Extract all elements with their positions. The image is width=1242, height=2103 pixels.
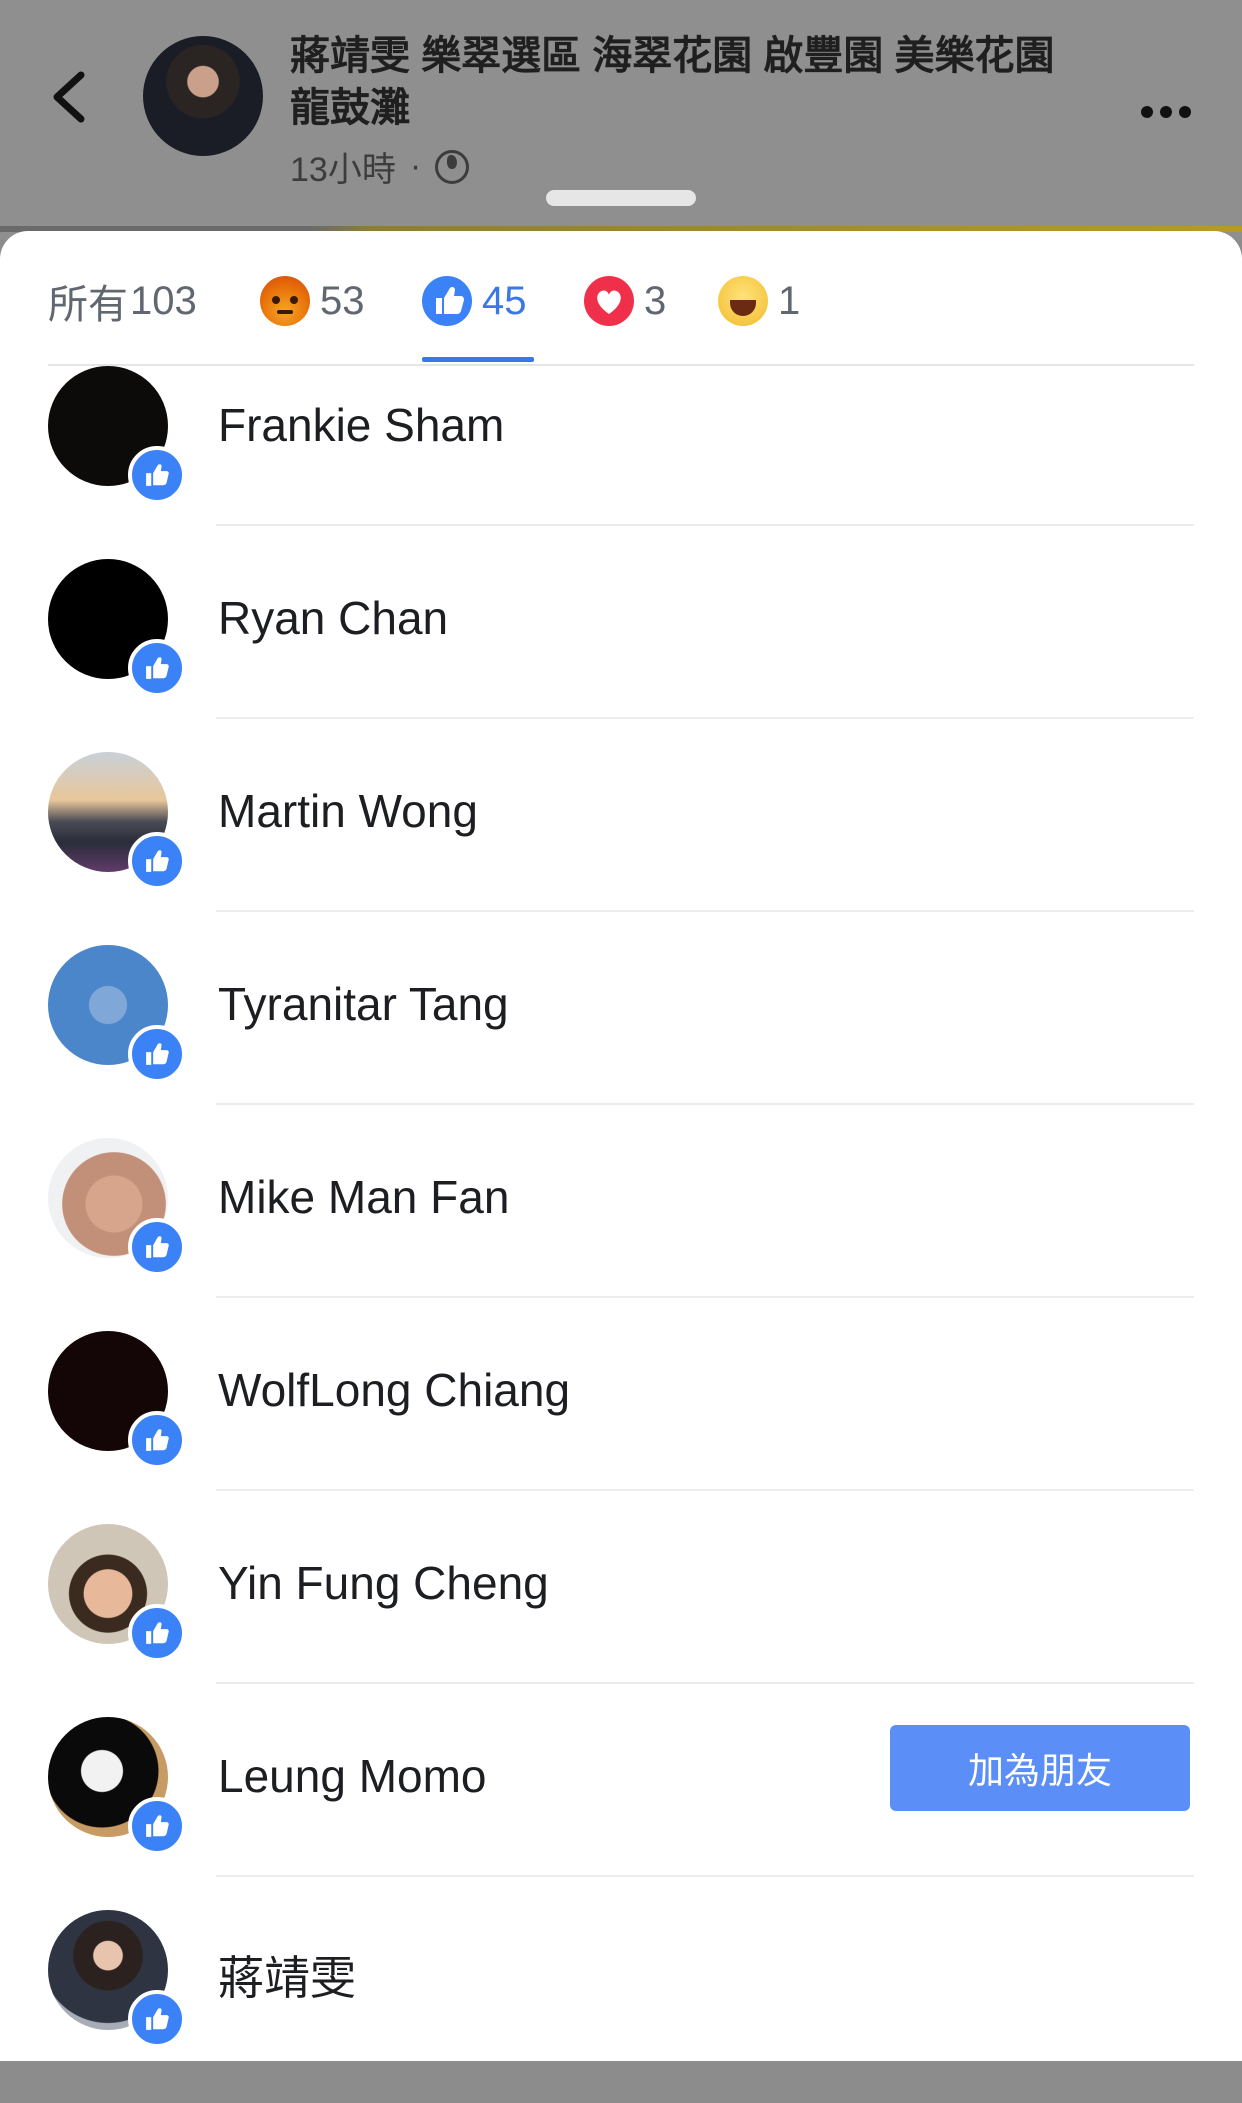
list-item[interactable]: Leung Momo 加為朋友 [0, 1717, 1242, 1910]
reaction-tabs: 所有 103 53 45 3 1 [48, 231, 1194, 366]
reactions-sheet: 所有 103 53 45 3 1 Frankie Sham Ryan Chan … [0, 231, 1242, 2061]
like-badge-icon [128, 1218, 186, 1276]
active-tab-indicator [422, 357, 534, 362]
like-badge-icon [128, 1797, 186, 1855]
person-name[interactable]: WolfLong Chiang [218, 1363, 570, 1417]
haha-icon [718, 276, 768, 326]
person-name[interactable]: Frankie Sham [218, 398, 504, 452]
tab-haha-count: 1 [778, 278, 801, 323]
more-dots-icon [1141, 106, 1191, 118]
list-item[interactable]: Mike Man Fan [0, 1138, 1242, 1331]
tab-all-label: 所有 [48, 283, 128, 327]
list-item[interactable]: WolfLong Chiang [0, 1331, 1242, 1524]
person-name[interactable]: Leung Momo [218, 1749, 487, 1803]
divider [216, 1875, 1194, 1877]
like-badge-icon [128, 446, 186, 504]
divider [216, 1103, 1194, 1105]
add-friend-button[interactable]: 加為朋友 [890, 1725, 1190, 1811]
more-options-button[interactable] [1140, 80, 1192, 130]
like-badge-icon [128, 1990, 186, 2048]
person-name[interactable]: Tyranitar Tang [218, 977, 509, 1031]
like-icon [422, 276, 472, 326]
globe-icon [435, 149, 470, 184]
post-time: 13小時 [290, 151, 396, 189]
post-meta: 13小時 · [290, 142, 470, 191]
meta-separator: · [409, 147, 422, 185]
person-name[interactable]: 蔣靖雯 [218, 1942, 356, 2008]
tab-love[interactable]: 3 [584, 271, 666, 331]
person-name[interactable]: Mike Man Fan [218, 1170, 509, 1224]
divider [216, 717, 1194, 719]
tab-haha[interactable]: 1 [718, 271, 800, 331]
tab-love-count: 3 [644, 278, 667, 323]
divider [216, 524, 1194, 526]
list-item[interactable]: Tyranitar Tang [0, 945, 1242, 1138]
like-badge-icon [128, 639, 186, 697]
post-header: 蔣靖雯 樂翠選區 海翠花園 啟豐園 美樂花園 龍鼓灘 13小時 · [0, 0, 1242, 240]
tab-angry-count: 53 [320, 278, 365, 323]
like-badge-icon [128, 832, 186, 890]
person-name[interactable]: Martin Wong [218, 784, 478, 838]
tab-all[interactable]: 所有 103 [48, 271, 197, 331]
author-avatar[interactable] [143, 36, 263, 156]
divider [216, 1682, 1194, 1684]
person-name[interactable]: Ryan Chan [218, 591, 448, 645]
divider [216, 1489, 1194, 1491]
divider [216, 910, 1194, 912]
reactors-list: Frankie Sham Ryan Chan Martin Wong Tyran… [0, 366, 1242, 2103]
like-badge-icon [128, 1411, 186, 1469]
person-name[interactable]: Yin Fung Cheng [218, 1556, 549, 1610]
tab-angry[interactable]: 53 [260, 271, 365, 331]
tab-like[interactable]: 45 [422, 271, 527, 331]
list-item[interactable]: Ryan Chan [0, 559, 1242, 752]
love-icon [584, 276, 634, 326]
chevron-left-icon [53, 71, 85, 123]
post-title[interactable]: 蔣靖雯 樂翠選區 海翠花園 啟豐園 美樂花園 龍鼓灘 [290, 30, 1090, 134]
list-item[interactable]: Frankie Sham [0, 366, 1242, 559]
divider [216, 1296, 1194, 1298]
like-badge-icon [128, 1025, 186, 1083]
angry-icon [260, 276, 310, 326]
list-item[interactable]: 蔣靖雯 [0, 1910, 1242, 2103]
back-button[interactable] [44, 62, 94, 132]
tab-all-count: 103 [130, 278, 197, 323]
list-item[interactable]: Martin Wong [0, 752, 1242, 945]
tab-like-count: 45 [482, 278, 527, 323]
sheet-grabber[interactable] [546, 190, 696, 206]
list-item[interactable]: Yin Fung Cheng [0, 1524, 1242, 1717]
like-badge-icon [128, 1604, 186, 1662]
